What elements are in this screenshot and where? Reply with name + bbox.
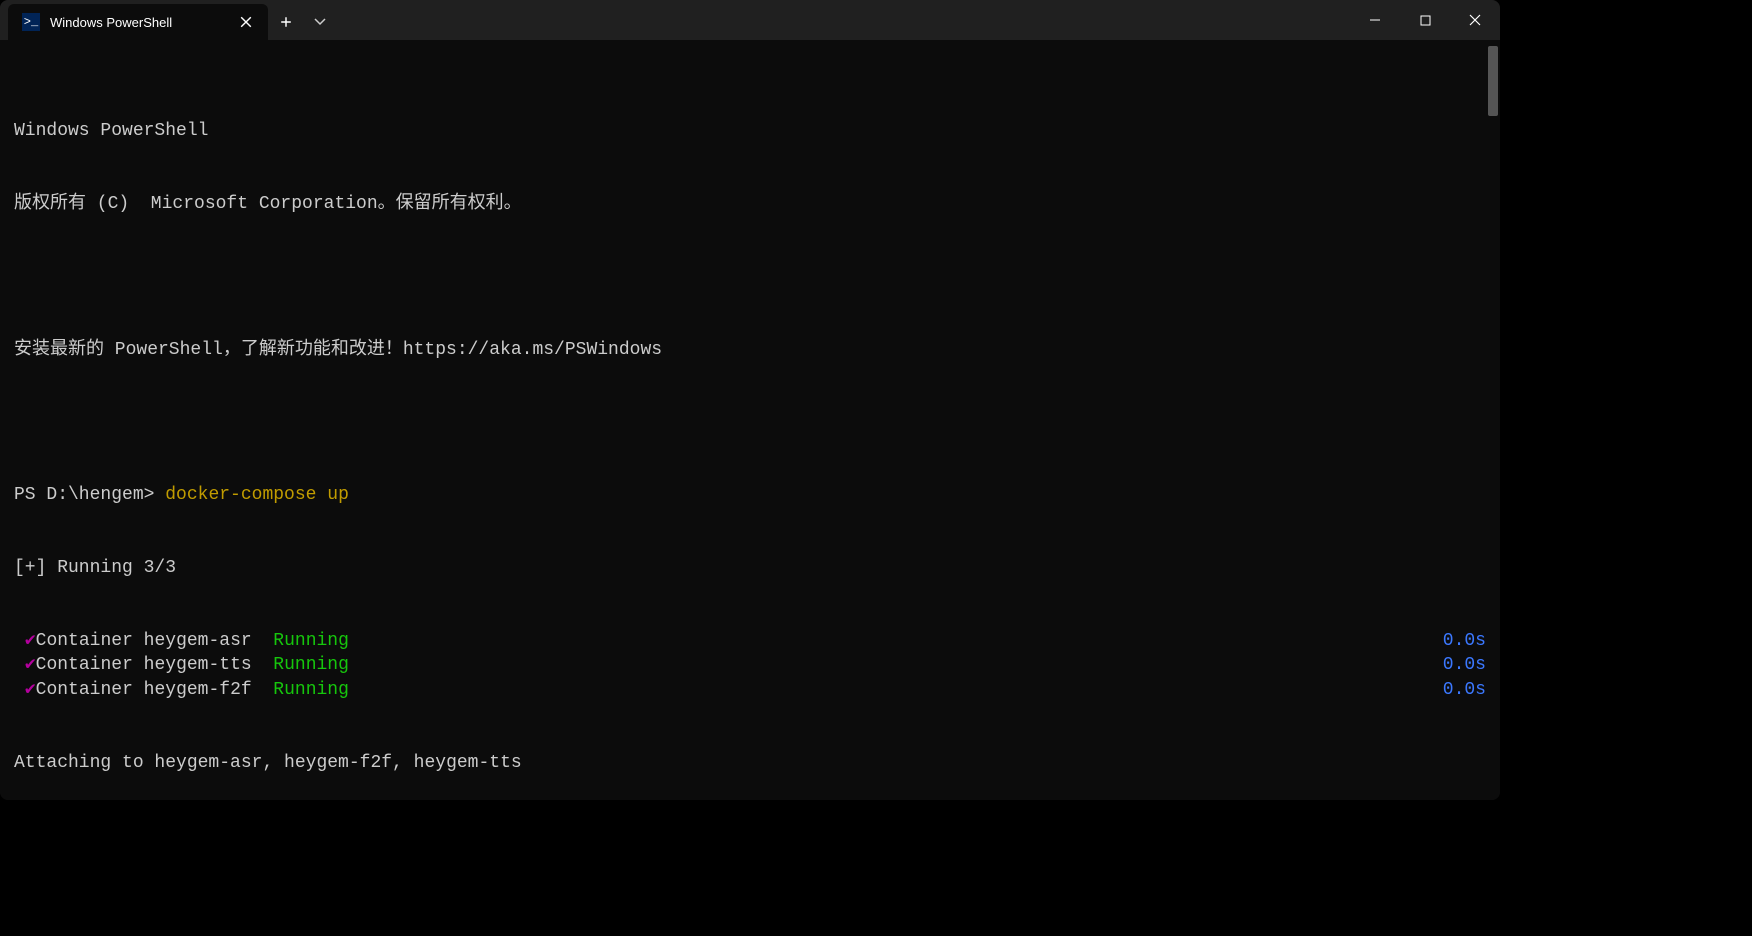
- scrollbar[interactable]: [1488, 46, 1498, 116]
- close-window-button[interactable]: [1450, 0, 1500, 40]
- tab-powershell[interactable]: >_ Windows PowerShell: [8, 4, 268, 40]
- container-name: Container heygem-tts: [36, 655, 263, 675]
- check-icon: ✔: [25, 631, 36, 651]
- terminal-content[interactable]: Windows PowerShell 版权所有 (C) Microsoft Co…: [0, 40, 1500, 800]
- chevron-down-icon: [314, 18, 326, 26]
- container-status-row: ✔Container heygem-tts Running 0.0s: [14, 653, 1486, 677]
- running-header: [+] Running 3/3: [14, 556, 1486, 580]
- plus-icon: [280, 16, 292, 28]
- close-icon: [240, 16, 252, 28]
- close-icon: [1469, 14, 1481, 26]
- close-tab-button[interactable]: [234, 10, 258, 34]
- prompt-line: PS D:\hengem> docker-compose up: [14, 483, 1486, 507]
- tab-title: Windows PowerShell: [50, 15, 224, 30]
- titlebar[interactable]: >_ Windows PowerShell: [0, 0, 1500, 40]
- container-time: 0.0s: [1443, 653, 1486, 677]
- intro-line: 版权所有 (C) Microsoft Corporation。保留所有权利。: [14, 192, 1486, 216]
- powershell-icon: >_: [22, 13, 40, 31]
- maximize-button[interactable]: [1400, 0, 1450, 40]
- container-time: 0.0s: [1443, 629, 1486, 653]
- blank-line: [14, 410, 1486, 434]
- container-status: Running: [263, 680, 349, 700]
- maximize-icon: [1420, 15, 1431, 26]
- blank-line: [14, 265, 1486, 289]
- prompt-command: docker-compose up: [165, 485, 349, 505]
- container-status-row: ✔Container heygem-f2f Running 0.0s: [14, 678, 1486, 702]
- minimize-icon: [1369, 14, 1381, 26]
- titlebar-drag-area[interactable]: [336, 0, 1350, 40]
- container-status: Running: [263, 655, 349, 675]
- check-icon: ✔: [25, 655, 36, 675]
- intro-line: 安装最新的 PowerShell，了解新功能和改进！https://aka.ms…: [14, 338, 1486, 362]
- window-controls: [1350, 0, 1500, 40]
- container-name: Container heygem-f2f: [36, 680, 263, 700]
- prompt-prefix: PS D:\hengem>: [14, 485, 165, 505]
- attach-line: Attaching to heygem-asr, heygem-f2f, hey…: [14, 751, 1486, 775]
- container-status-list: ✔Container heygem-asr Running0.0s ✔Conta…: [14, 629, 1486, 702]
- new-tab-button[interactable]: [268, 4, 304, 40]
- container-name: Container heygem-asr: [36, 631, 263, 651]
- terminal-window: >_ Windows PowerShell Windows Po: [0, 0, 1500, 800]
- minimize-button[interactable]: [1350, 0, 1400, 40]
- intro-line: Windows PowerShell: [14, 119, 1486, 143]
- container-status-row: ✔Container heygem-asr Running 0.0s: [14, 629, 1486, 653]
- container-status: Running: [263, 631, 349, 651]
- container-time: 0.0s: [1443, 678, 1486, 702]
- check-icon: ✔: [25, 680, 36, 700]
- tab-dropdown-button[interactable]: [304, 4, 336, 40]
